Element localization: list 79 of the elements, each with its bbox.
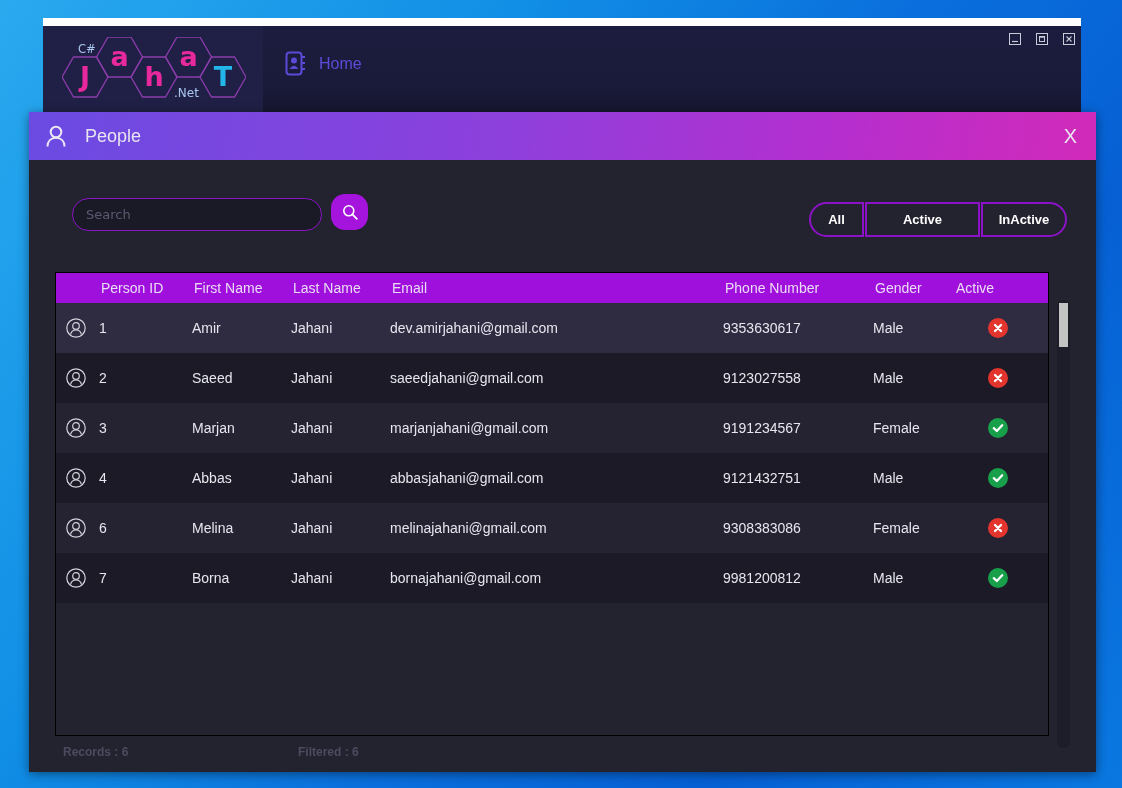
table-cell-text: Amir bbox=[192, 320, 222, 336]
table-row[interactable]: 4 Abbas Jahani abbasjahani@gmail.com 9121432751 Male bbox=[56, 453, 1048, 503]
column-header: Phone Number bbox=[724, 280, 821, 296]
scrollbar-thumb[interactable] bbox=[1059, 303, 1068, 347]
minimize-icon[interactable] bbox=[1009, 33, 1021, 45]
search-field[interactable]: Search bbox=[72, 198, 322, 231]
column-header: Gender bbox=[874, 280, 923, 296]
table-cell-text: 9123027558 bbox=[723, 370, 802, 386]
logo-hexagon bbox=[199, 56, 246, 98]
logo-suffix: .Net bbox=[174, 86, 199, 99]
table-cell-text: Jahani bbox=[291, 470, 334, 486]
table-cell-text: melinajahani@gmail.com bbox=[390, 520, 548, 536]
person-icon bbox=[46, 125, 66, 147]
table-cell-text: Saeed bbox=[192, 370, 234, 386]
table-cell-text: 9981200812 bbox=[723, 570, 802, 586]
scrollbar[interactable] bbox=[1057, 300, 1070, 748]
close-button[interactable]: X bbox=[1061, 124, 1079, 148]
table-cell-text: Jahani bbox=[291, 570, 334, 586]
table-cell-text: Jahani bbox=[291, 420, 334, 436]
table-cell-text: 6 bbox=[99, 520, 108, 536]
table-cell-text: Jahani bbox=[291, 320, 334, 336]
logo-letter: T bbox=[213, 61, 233, 92]
table-cell-text: saeedjahani@gmail.com bbox=[390, 370, 545, 386]
maximize-icon[interactable] bbox=[1036, 33, 1048, 45]
logo-letter: h bbox=[144, 61, 164, 92]
table-cell-text: 9353630617 bbox=[723, 320, 802, 336]
search-button[interactable] bbox=[331, 194, 368, 230]
table-cell-text: Marjan bbox=[192, 420, 236, 436]
filter-button[interactable]: Active bbox=[865, 202, 980, 237]
logo-letter: a bbox=[179, 41, 198, 72]
dialog-title: People bbox=[85, 125, 142, 147]
logo-hexagon bbox=[95, 37, 144, 78]
table-cell-text: 2 bbox=[99, 370, 108, 386]
search-icon bbox=[341, 204, 358, 220]
column-header: Active bbox=[955, 280, 996, 296]
logo-hexagon bbox=[164, 37, 213, 78]
table-cell-text: abbasjahani@gmail.com bbox=[390, 470, 545, 486]
table-cell-text: 4 bbox=[99, 470, 108, 486]
table-cell-text: Jahani bbox=[291, 370, 334, 386]
table-cell-text: Male bbox=[873, 470, 905, 486]
logo-hexagon bbox=[62, 56, 109, 98]
table-row[interactable]: 7 Borna Jahani bornajahani@gmail.com 9981200812 Male bbox=[56, 553, 1048, 603]
table-cell-text: 7 bbox=[99, 570, 108, 586]
logo-prefix: C# bbox=[78, 42, 96, 56]
user-circle-icon bbox=[66, 418, 86, 438]
table-cell-text: Male bbox=[873, 370, 905, 386]
table-cell-text: 9121432751 bbox=[723, 470, 802, 486]
table-cell-text: Jahani bbox=[291, 520, 334, 536]
table-cell-text: 1 bbox=[99, 320, 108, 336]
filter-button[interactable]: All bbox=[809, 202, 864, 237]
table-cell-text: marjanjahani@gmail.com bbox=[390, 420, 550, 436]
logo-letter: J bbox=[80, 61, 90, 92]
table-cell-text: Male bbox=[873, 570, 905, 586]
column-header: First Name bbox=[193, 280, 264, 296]
table-cell-text: Male bbox=[873, 320, 905, 336]
user-circle-icon bbox=[66, 318, 86, 338]
table-cell-text: 9308383086 bbox=[723, 520, 802, 536]
table-cell-text: dev.amirjahani@gmail.com bbox=[390, 320, 559, 336]
table-cell-text: 9191234567 bbox=[723, 420, 802, 436]
table-cell-text: Borna bbox=[192, 570, 231, 586]
table-cell-text: Female bbox=[873, 520, 921, 536]
user-circle-icon bbox=[66, 568, 86, 588]
filter-button[interactable]: InActive bbox=[981, 202, 1067, 237]
column-header: Last Name bbox=[292, 280, 362, 296]
table-row[interactable]: 1 Amir Jahani dev.amirjahani@gmail.com 9353630617 Male bbox=[56, 303, 1048, 353]
user-circle-icon bbox=[66, 368, 86, 388]
table-row[interactable]: 2 Saeed Jahani saeedjahani@gmail.com 9123027558 Male bbox=[56, 353, 1048, 403]
logo-letter: a bbox=[110, 41, 129, 72]
column-header: Email bbox=[391, 280, 428, 296]
close-icon[interactable] bbox=[1063, 33, 1075, 45]
user-circle-icon bbox=[66, 518, 86, 538]
column-header: Person ID bbox=[100, 280, 165, 296]
table-cell-text: Female bbox=[873, 420, 921, 436]
user-circle-icon bbox=[66, 468, 86, 488]
table-cell-text: Abbas bbox=[192, 470, 233, 486]
address-book-icon bbox=[285, 51, 306, 76]
table-cell-text: Melina bbox=[192, 520, 235, 536]
table-cell-text: bornajahani@gmail.com bbox=[390, 570, 543, 586]
table-cell-text: 3 bbox=[99, 420, 108, 436]
